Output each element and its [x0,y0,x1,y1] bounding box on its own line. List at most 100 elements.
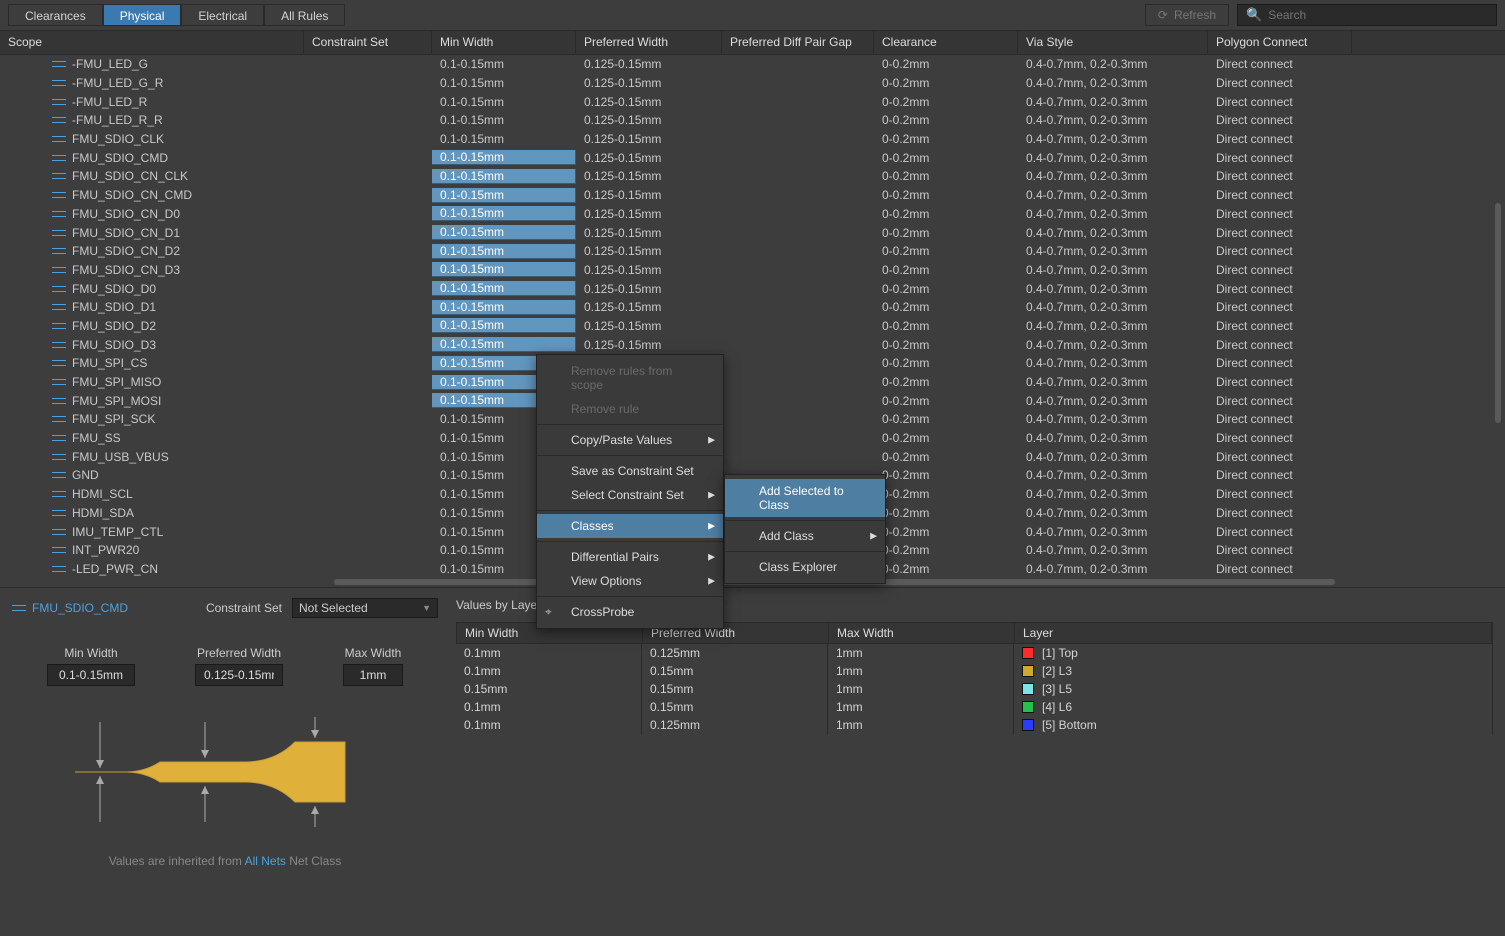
cell-min-width[interactable]: 0.1-0.15mm [432,300,576,315]
cell-via-style[interactable]: 0.4-0.7mm, 0.2-0.3mm [1018,356,1208,370]
cell-via-style[interactable]: 0.4-0.7mm, 0.2-0.3mm [1018,300,1208,314]
layer-max-width[interactable]: 1mm [828,697,1014,717]
refresh-button[interactable]: ⟳ Refresh [1145,4,1229,26]
layer-name-cell[interactable]: [1] Top [1014,643,1493,663]
cell-polygon-connect[interactable]: Direct connect [1208,468,1352,482]
cell-polygon-connect[interactable]: Direct connect [1208,188,1352,202]
col-constraint-set[interactable]: Constraint Set [304,31,432,54]
ctx-copy-paste-values[interactable]: Copy/Paste Values▶ [537,428,723,452]
cell-preferred-width[interactable]: 0.125-0.15mm [576,319,722,333]
cell-polygon-connect[interactable]: Direct connect [1208,543,1352,557]
layer-min-width[interactable]: 0.1mm [456,697,642,717]
cell-clearance[interactable]: 0-0.2mm [874,394,1018,408]
layer-preferred-width[interactable]: 0.15mm [642,661,828,681]
cell-min-width[interactable]: 0.1-0.15mm [432,262,576,277]
cell-preferred-width[interactable]: 0.125-0.15mm [576,95,722,109]
cell-preferred-width[interactable]: 0.125-0.15mm [576,263,722,277]
col-polygon-connect[interactable]: Polygon Connect [1208,31,1352,54]
cell-clearance[interactable]: 0-0.2mm [874,57,1018,71]
layer-row[interactable]: 0.1mm0.15mm1mm[2] L3 [456,662,1493,680]
cell-preferred-width[interactable]: 0.125-0.15mm [576,57,722,71]
tab-clearances[interactable]: Clearances [8,4,103,26]
cell-min-width[interactable]: 0.1-0.15mm [432,76,576,90]
cell-clearance[interactable]: 0-0.2mm [874,95,1018,109]
cell-via-style[interactable]: 0.4-0.7mm, 0.2-0.3mm [1018,468,1208,482]
layer-min-width[interactable]: 0.1mm [456,661,642,681]
cell-polygon-connect[interactable]: Direct connect [1208,562,1352,576]
cell-polygon-connect[interactable]: Direct connect [1208,431,1352,445]
cell-preferred-width[interactable]: 0.125-0.15mm [576,244,722,258]
cell-min-width[interactable]: 0.1-0.15mm [432,318,576,333]
layer-preferred-width[interactable]: 0.125mm [642,643,828,663]
cell-clearance[interactable]: 0-0.2mm [874,412,1018,426]
cell-min-width[interactable]: 0.1-0.15mm [432,244,576,259]
cell-min-width[interactable]: 0.1-0.15mm [432,169,576,184]
cell-polygon-connect[interactable]: Direct connect [1208,394,1352,408]
table-row[interactable]: FMU_USB_VBUS0.1-0.15mm0-0.2mm0.4-0.7mm, … [0,447,1505,466]
cell-clearance[interactable]: 0-0.2mm [874,338,1018,352]
cell-polygon-connect[interactable]: Direct connect [1208,132,1352,146]
ctx-class-explorer[interactable]: Class Explorer [725,555,885,579]
table-row[interactable]: -FMU_LED_G_R0.1-0.15mm0.125-0.15mm0-0.2m… [0,74,1505,93]
layer-row[interactable]: 0.1mm0.15mm1mm[4] L6 [456,698,1493,716]
cell-via-style[interactable]: 0.4-0.7mm, 0.2-0.3mm [1018,412,1208,426]
cell-clearance[interactable]: 0-0.2mm [874,76,1018,90]
tab-physical[interactable]: Physical [103,4,182,26]
cell-preferred-width[interactable]: 0.125-0.15mm [576,282,722,296]
cell-min-width[interactable]: 0.1-0.15mm [432,95,576,109]
constraint-set-dropdown[interactable]: Not Selected ▼ [292,598,438,618]
tab-electrical[interactable]: Electrical [181,4,264,26]
cell-polygon-connect[interactable]: Direct connect [1208,95,1352,109]
table-row[interactable]: FMU_SDIO_CN_D30.1-0.15mm0.125-0.15mm0-0.… [0,261,1505,280]
table-row[interactable]: FMU_SDIO_D20.1-0.15mm0.125-0.15mm0-0.2mm… [0,317,1505,336]
cell-via-style[interactable]: 0.4-0.7mm, 0.2-0.3mm [1018,282,1208,296]
ctx-save-as-constraint-set[interactable]: Save as Constraint Set [537,459,723,483]
cell-polygon-connect[interactable]: Direct connect [1208,525,1352,539]
ctx-add-selected-to-class[interactable]: Add Selected to Class [725,479,885,517]
cell-preferred-width[interactable]: 0.125-0.15mm [576,113,722,127]
cell-polygon-connect[interactable]: Direct connect [1208,506,1352,520]
cell-via-style[interactable]: 0.4-0.7mm, 0.2-0.3mm [1018,188,1208,202]
cell-via-style[interactable]: 0.4-0.7mm, 0.2-0.3mm [1018,151,1208,165]
ctx-view-options[interactable]: View Options▶ [537,569,723,593]
cell-clearance[interactable]: 0-0.2mm [874,244,1018,258]
min-width-input[interactable] [47,664,135,686]
cell-via-style[interactable]: 0.4-0.7mm, 0.2-0.3mm [1018,226,1208,240]
cell-via-style[interactable]: 0.4-0.7mm, 0.2-0.3mm [1018,394,1208,408]
cell-min-width[interactable]: 0.1-0.15mm [432,188,576,203]
cell-polygon-connect[interactable]: Direct connect [1208,487,1352,501]
layer-preferred-width[interactable]: 0.15mm [642,697,828,717]
cell-clearance[interactable]: 0-0.2mm [874,263,1018,277]
cell-via-style[interactable]: 0.4-0.7mm, 0.2-0.3mm [1018,95,1208,109]
cell-clearance[interactable]: 0-0.2mm [874,300,1018,314]
cell-clearance[interactable]: 0-0.2mm [874,207,1018,221]
cell-polygon-connect[interactable]: Direct connect [1208,319,1352,333]
cell-preferred-width[interactable]: 0.125-0.15mm [576,188,722,202]
table-row[interactable]: FMU_SPI_MISO0.1-0.15mm0-0.2mm0.4-0.7mm, … [0,373,1505,392]
cell-via-style[interactable]: 0.4-0.7mm, 0.2-0.3mm [1018,506,1208,520]
cell-clearance[interactable]: 0-0.2mm [874,188,1018,202]
cell-via-style[interactable]: 0.4-0.7mm, 0.2-0.3mm [1018,207,1208,221]
table-row[interactable]: FMU_SDIO_D30.1-0.15mm0.125-0.15mm0-0.2mm… [0,335,1505,354]
inherit-link[interactable]: All Nets [245,854,286,868]
cell-clearance[interactable]: 0-0.2mm [874,506,1018,520]
cell-via-style[interactable]: 0.4-0.7mm, 0.2-0.3mm [1018,543,1208,557]
table-row[interactable]: -FMU_LED_G0.1-0.15mm0.125-0.15mm0-0.2mm0… [0,55,1505,74]
cell-polygon-connect[interactable]: Direct connect [1208,450,1352,464]
layer-min-width[interactable]: 0.1mm [456,643,642,663]
cell-clearance[interactable]: 0-0.2mm [874,450,1018,464]
cell-via-style[interactable]: 0.4-0.7mm, 0.2-0.3mm [1018,375,1208,389]
table-row[interactable]: -FMU_LED_R_R0.1-0.15mm0.125-0.15mm0-0.2m… [0,111,1505,130]
col-preferred-width[interactable]: Preferred Width [576,31,722,54]
layer-min-width[interactable]: 0.1mm [456,715,642,735]
layer-max-width[interactable]: 1mm [828,715,1014,735]
cell-min-width[interactable]: 0.1-0.15mm [432,113,576,127]
search-box[interactable]: 🔍 [1237,4,1497,26]
cell-via-style[interactable]: 0.4-0.7mm, 0.2-0.3mm [1018,244,1208,258]
cell-via-style[interactable]: 0.4-0.7mm, 0.2-0.3mm [1018,487,1208,501]
ctx-classes[interactable]: Classes▶ [537,514,723,538]
layer-row[interactable]: 0.1mm0.125mm1mm[5] Bottom [456,716,1493,734]
cell-clearance[interactable]: 0-0.2mm [874,431,1018,445]
cell-via-style[interactable]: 0.4-0.7mm, 0.2-0.3mm [1018,263,1208,277]
col-via-style[interactable]: Via Style [1018,31,1208,54]
